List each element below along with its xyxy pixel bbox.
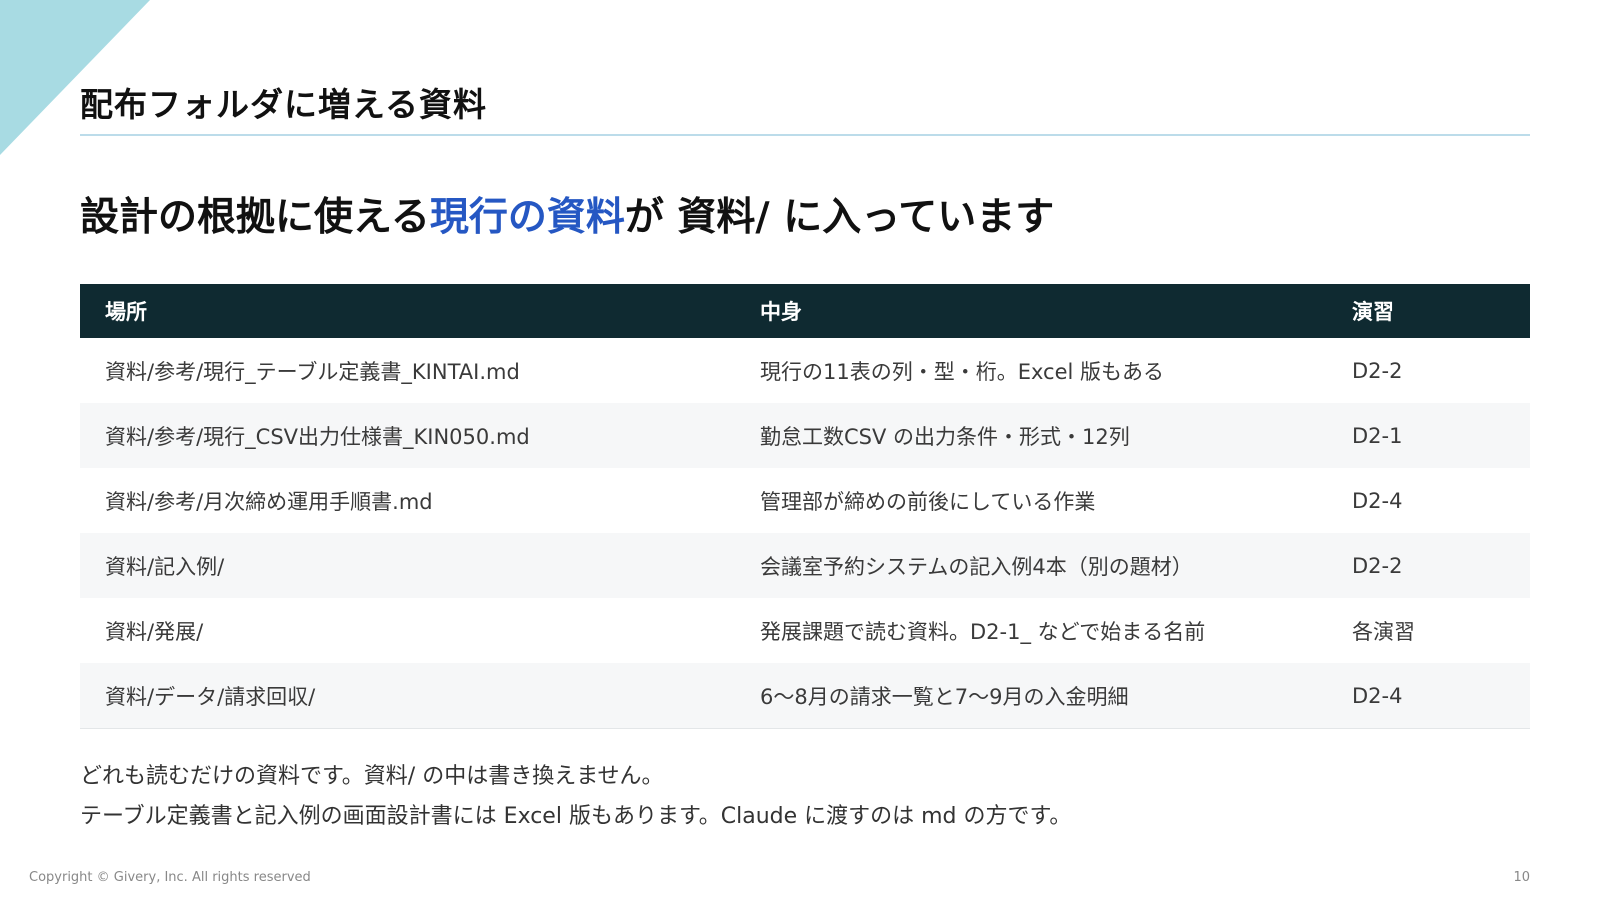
cell-exercise: D2-2: [1352, 358, 1403, 383]
table-row: 資料/記入例/ 会議室予約システムの記入例4本（別の題材） D2-2: [80, 533, 1530, 598]
files-table: 場所 中身 演習 資料/参考/現行_テーブル定義書_KINTAI.md 現行の1…: [80, 284, 1530, 729]
page-title: 配布フォルダに増える資料: [80, 85, 488, 124]
cell-location: 資料/参考/月次締め運用手順書.md: [105, 489, 433, 514]
cell-exercise: D2-1: [1352, 423, 1403, 448]
header-location: 場所: [105, 300, 147, 324]
headline-before: 設計の根拠に使える: [80, 195, 430, 240]
cell-content: 6〜8月の請求一覧と7〜9月の入金明細: [735, 663, 1327, 729]
notes: どれも読むだけの資料です。資料/ の中は書き換えません。 テーブル定義書と記入例…: [80, 758, 1071, 838]
copyright: Copyright © Givery, Inc. All rights rese…: [29, 870, 311, 885]
cell-content: 管理部が締めの前後にしている作業: [760, 489, 1096, 514]
header-exercise: 演習: [1352, 300, 1394, 324]
cell-location: 資料/発展/: [105, 619, 204, 644]
headline-after: が 資料/ に入っています: [624, 195, 1055, 240]
table-row: 資料/参考/現行_CSV出力仕様書_KIN050.md 勤怠工数CSV の出力条…: [80, 403, 1530, 468]
table-row: 資料/データ/請求回収/ 6〜8月の請求一覧と7〜9月の入金明細 D2-4: [80, 663, 1530, 729]
note-line: テーブル定義書と記入例の画面設計書には Excel 版もあります。Claude …: [80, 804, 1072, 829]
note-line: どれも読むだけの資料です。資料/ の中は書き換えません。: [80, 764, 664, 789]
cell-location: 資料/記入例/: [105, 554, 225, 579]
cell-exercise: D2-2: [1352, 553, 1403, 578]
table-header: 場所 中身 演習: [80, 284, 1530, 338]
table-row: 資料/参考/月次締め運用手順書.md 管理部が締めの前後にしている作業 D2-4: [80, 468, 1530, 533]
header-content: 中身: [760, 300, 802, 324]
cell-location: 資料/参考/現行_テーブル定義書_KINTAI.md: [105, 359, 520, 384]
headline: 設計の根拠に使える現行の資料が 資料/ に入っています: [80, 186, 1054, 242]
cell-exercise: D2-4: [1327, 663, 1530, 729]
cell-exercise: D2-4: [1352, 488, 1403, 513]
table-body: 資料/参考/現行_テーブル定義書_KINTAI.md 現行の11表の列・型・桁。…: [80, 338, 1530, 729]
headline-highlight: 現行の資料: [429, 195, 625, 240]
table-header-row: 場所 中身 演習: [80, 284, 1530, 338]
page-number: 10: [1513, 870, 1530, 885]
cell-location: 資料/データ/請求回収/: [80, 663, 735, 729]
cell-content: 発展課題で読む資料。D2-1_ などで始まる名前: [760, 619, 1206, 644]
cell-content: 現行の11表の列・型・桁。Excel 版もある: [760, 359, 1165, 384]
table-row: 資料/参考/現行_テーブル定義書_KINTAI.md 現行の11表の列・型・桁。…: [80, 338, 1530, 403]
cell-content: 会議室予約システムの記入例4本（別の題材）: [760, 554, 1193, 579]
cell-exercise: 各演習: [1352, 619, 1415, 644]
table-row: 資料/発展/ 発展課題で読む資料。D2-1_ などで始まる名前 各演習: [80, 598, 1530, 663]
title-divider: [80, 134, 1530, 136]
cell-content: 勤怠工数CSV の出力条件・形式・12列: [760, 424, 1130, 449]
cell-location: 資料/参考/現行_CSV出力仕様書_KIN050.md: [105, 424, 530, 449]
